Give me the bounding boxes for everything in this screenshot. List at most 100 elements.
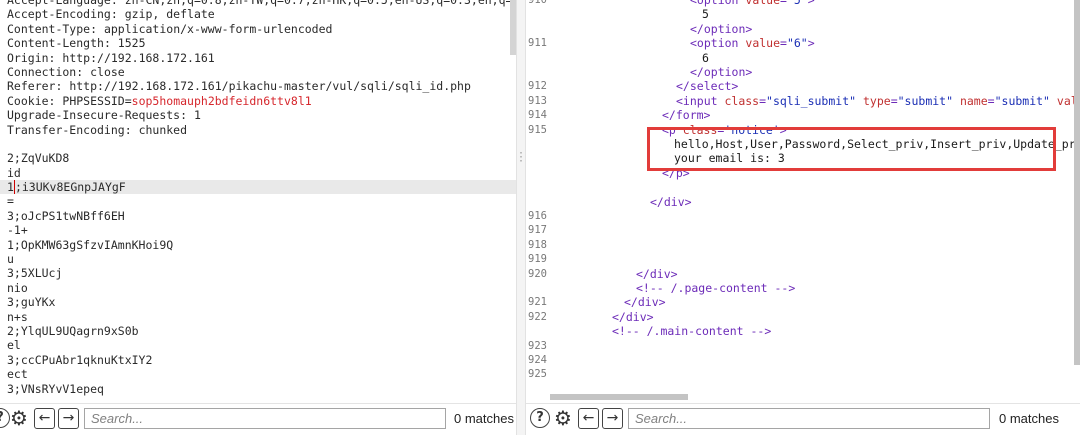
response-line[interactable]: 919 xyxy=(526,252,1074,266)
source-code: </option> xyxy=(690,22,752,36)
request-line[interactable]: 3;guYKx xyxy=(0,295,516,309)
code-token: "submit" xyxy=(897,93,954,108)
body-text: -1+ xyxy=(7,223,28,238)
request-search-input[interactable] xyxy=(84,408,446,429)
response-line[interactable]: 910 <option value="5"> xyxy=(526,0,1074,7)
request-line[interactable]: Connection: close xyxy=(0,65,516,79)
response-line[interactable]: 912 </select> xyxy=(526,79,1074,93)
response-line[interactable]: 916 xyxy=(526,209,1074,223)
response-line[interactable]: 920 </div> xyxy=(526,267,1074,281)
code-token: </option> xyxy=(690,21,753,36)
source-code: </div> xyxy=(650,195,692,209)
request-line[interactable]: id xyxy=(0,166,516,180)
response-editor-pane[interactable]: 910 <option value="5"> 5 </option> 911 <optio… xyxy=(526,0,1080,435)
request-line[interactable]: 3;5XLUcj xyxy=(0,266,516,280)
request-line[interactable]: Content-Type: application/x-www-form-url… xyxy=(0,22,516,36)
response-vertical-scrollbar[interactable] xyxy=(1074,0,1080,365)
request-editor-pane[interactable]: Accept-Language: zh-CN,zh;q=0.8,zh-TW;q=… xyxy=(0,0,516,435)
request-line[interactable]: 2;YlqUL9UQagrn9xS0b xyxy=(0,324,516,338)
request-line[interactable]: ect xyxy=(0,367,516,381)
request-line[interactable]: Accept-Language: zh-CN,zh;q=0.8,zh-TW;q=… xyxy=(0,0,516,7)
response-line[interactable]: 921 </div> xyxy=(526,295,1074,309)
header-name: Connection xyxy=(7,64,77,79)
gear-icon[interactable]: ⚙ xyxy=(8,408,30,430)
header-name: Upgrade-Insecure-Requests xyxy=(7,108,181,123)
response-line[interactable]: 911 <option value="6"> xyxy=(526,36,1074,50)
request-line[interactable] xyxy=(0,137,516,151)
response-line[interactable]: </option> xyxy=(526,65,1074,79)
source-code: </form> xyxy=(662,108,710,122)
request-line[interactable]: -1+ xyxy=(0,223,516,237)
pane-divider[interactable]: · · · xyxy=(516,0,526,435)
request-line[interactable]: 3;VNsRYvV1epeq xyxy=(0,382,516,396)
header-value: http://192.168.172.161/pikachu-master/vu… xyxy=(69,79,471,94)
arrow-left-icon[interactable]: ← xyxy=(34,408,55,429)
response-line[interactable]: 918 xyxy=(526,238,1074,252)
request-line[interactable]: Accept-Encoding: gzip, deflate xyxy=(0,7,516,21)
request-line[interactable]: n+s xyxy=(0,310,516,324)
response-line[interactable]: <!-- /.main-content --> xyxy=(526,324,1074,338)
header-value: application/x-www-form-urlencoded xyxy=(103,21,333,36)
code-token: "sqli_submit" xyxy=(766,93,857,108)
code-token: </div> xyxy=(650,194,692,209)
response-line[interactable]: </option> xyxy=(526,22,1074,36)
response-line[interactable]: 917 xyxy=(526,223,1074,237)
response-search-bar: ? ⚙ ← → 0 matches xyxy=(526,403,1080,435)
response-line[interactable]: </div> xyxy=(526,195,1074,209)
code-token: type xyxy=(862,93,891,108)
request-editor[interactable]: Accept-Language: zh-CN,zh;q=0.8,zh-TW;q=… xyxy=(0,0,516,403)
body-text: 2;YlqUL9UQagrn9xS0b xyxy=(7,323,139,338)
body-text: id xyxy=(7,165,21,180)
header-name: Accept-Language xyxy=(7,0,111,7)
help-icon[interactable]: ? xyxy=(530,408,550,428)
code-token: </div> xyxy=(612,309,654,324)
response-line[interactable]: 914 </form> xyxy=(526,108,1074,122)
cookie-value: sop5homauph2bdfeidn6ttv8l1 xyxy=(131,93,312,108)
request-line[interactable]: 3;ccCPuAbr1qknuKtxIY2 xyxy=(0,353,516,367)
arrow-right-icon[interactable]: → xyxy=(602,408,623,429)
code-token: > xyxy=(807,0,815,7)
response-search-input[interactable] xyxy=(628,408,990,429)
body-text: 3;oJcPS1twNBff6EH xyxy=(7,208,125,223)
line-number: 924 xyxy=(528,354,547,366)
source-code: </select> xyxy=(676,79,738,93)
request-line[interactable]: u xyxy=(0,252,516,266)
request-line[interactable]: Referer: http://192.168.172.161/pikachu-… xyxy=(0,79,516,93)
source-code: 6 xyxy=(702,51,709,65)
code-token: value xyxy=(745,36,781,51)
response-line[interactable]: 924 xyxy=(526,353,1074,367)
request-line[interactable]: nio xyxy=(0,281,516,295)
response-line[interactable]: 923 xyxy=(526,339,1074,353)
response-line[interactable]: <!-- /.page-content --> xyxy=(526,281,1074,295)
response-line[interactable]: 925 xyxy=(526,367,1074,381)
body-text: = xyxy=(7,194,14,209)
response-line[interactable] xyxy=(526,180,1074,194)
request-line[interactable]: el xyxy=(0,338,516,352)
request-line[interactable]: Content-Length: 1525 xyxy=(0,36,516,50)
line-number: 919 xyxy=(528,253,547,266)
response-line[interactable]: 913 <input class="sqli_submit" type="subm… xyxy=(526,93,1080,108)
request-line[interactable]: = xyxy=(0,194,516,208)
highlight-annotation-box xyxy=(647,127,1056,171)
request-line[interactable]: Upgrade-Insecure-Requests: 1 xyxy=(0,108,516,122)
response-horizontal-scrollbar[interactable] xyxy=(550,394,688,400)
request-line[interactable]: 1;OpKMW63gSfzvIAmnKHoi9Q xyxy=(0,238,516,252)
request-line[interactable]: Cookie: PHPSESSID=sop5homauph2bdfeidn6tt… xyxy=(0,94,516,108)
source-code: <option value="6"> xyxy=(690,36,815,50)
response-editor[interactable]: 910 <option value="5"> 5 </option> 911 <optio… xyxy=(526,0,1080,398)
request-line[interactable]: Transfer-Encoding: chunked xyxy=(0,123,516,137)
request-line[interactable]: 3;oJcPS1twNBff6EH xyxy=(0,209,516,223)
response-match-count: 0 matches xyxy=(999,411,1059,426)
arrow-left-icon[interactable]: ← xyxy=(578,408,599,429)
response-line[interactable]: 922 </div> xyxy=(526,310,1074,324)
line-number: 920 xyxy=(528,267,547,280)
request-line[interactable]: 1;i3UKv8EGnpJAYgF xyxy=(0,180,516,195)
body-text: n+s xyxy=(7,309,28,324)
response-line[interactable]: 6 xyxy=(526,51,1074,65)
request-line[interactable]: 2;ZqVuKD8 xyxy=(0,151,516,165)
arrow-right-icon[interactable]: → xyxy=(58,408,79,429)
request-line[interactable]: Origin: http://192.168.172.161 xyxy=(0,51,516,65)
gear-icon[interactable]: ⚙ xyxy=(552,408,574,430)
response-line[interactable]: 5 xyxy=(526,7,1074,21)
code-token: </form> xyxy=(662,108,711,123)
